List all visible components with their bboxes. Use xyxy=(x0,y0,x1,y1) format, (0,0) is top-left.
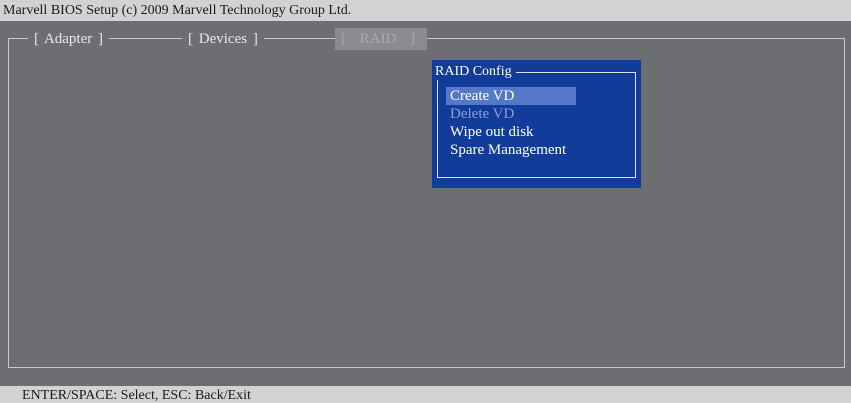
raid-config-panel: RAID Config Create VD Delete VD Wipe out… xyxy=(432,60,641,188)
tab-bracket-open: [ xyxy=(341,31,346,47)
tab-adapter[interactable]: [ Adapter ] xyxy=(28,28,109,50)
tab-bracket-close: ] xyxy=(98,31,103,47)
menu-item-create-vd[interactable]: Create VD xyxy=(446,87,576,105)
tab-bracket-close: ] xyxy=(252,31,258,47)
tab-raid-label: RAID xyxy=(359,31,397,47)
menu-item-wipe-out-disk[interactable]: Wipe out disk xyxy=(446,123,596,141)
tab-bracket-open: [ xyxy=(188,31,193,47)
tab-adapter-label: Adapter xyxy=(43,31,93,47)
menu-item-spare-management[interactable]: Spare Management xyxy=(446,141,596,159)
tab-bracket-open: [ xyxy=(34,31,39,47)
tab-devices[interactable]: [ Devices ] xyxy=(182,28,264,50)
title-bar: Marvell BIOS Setup (c) 2009 Marvell Tech… xyxy=(0,0,851,21)
tab-devices-label: Devices xyxy=(198,31,248,47)
tab-raid[interactable]: [ RAID ] xyxy=(335,28,427,50)
raid-config-title: RAID Config xyxy=(435,64,516,80)
main-frame xyxy=(8,38,845,368)
status-bar: ENTER/SPACE: Select, ESC: Back/Exit xyxy=(0,386,851,403)
raid-config-menu: Create VD Delete VD Wipe out disk Spare … xyxy=(446,87,596,159)
menu-item-delete-vd[interactable]: Delete VD xyxy=(446,105,596,123)
tab-bracket-close: ] xyxy=(410,31,416,47)
